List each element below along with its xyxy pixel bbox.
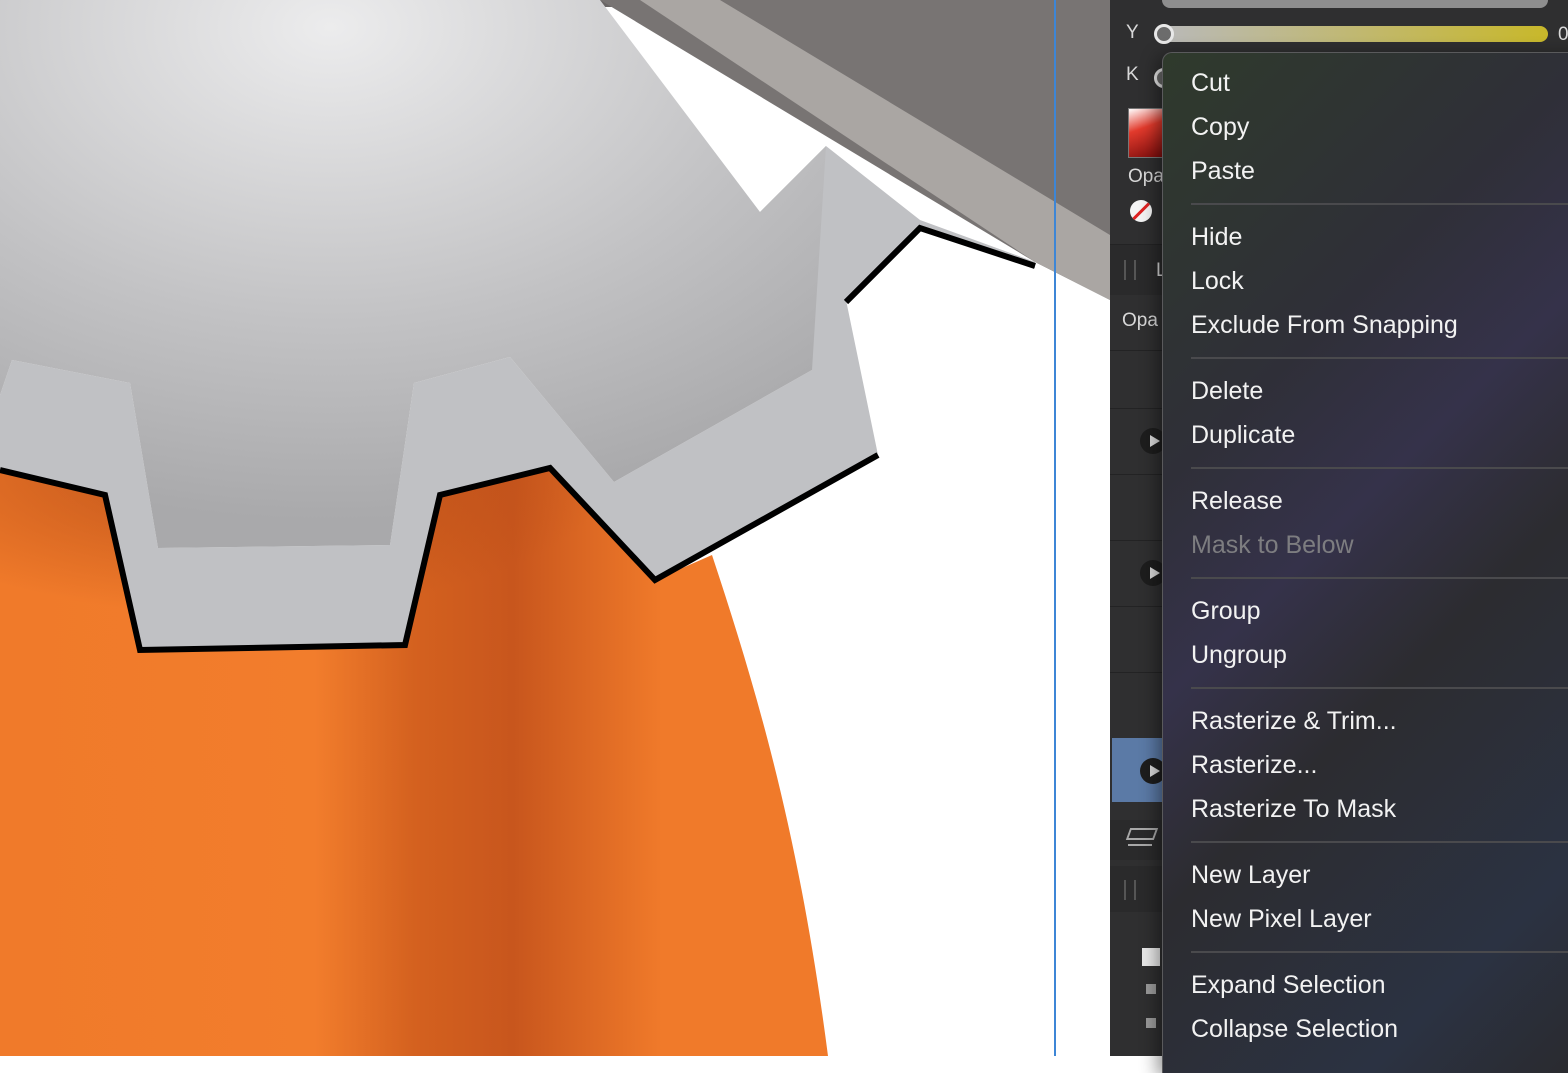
menu-item-exclude-from-snapping[interactable]: Exclude From Snapping <box>1191 305 1568 345</box>
menu-item-release[interactable]: Release <box>1191 481 1568 521</box>
y-slider-knob[interactable] <box>1154 24 1174 44</box>
thumbnail-icon <box>1142 948 1160 966</box>
menu-item-expand-selection[interactable]: Expand Selection <box>1191 965 1568 1005</box>
menu-item-group[interactable]: Group ⌘ <box>1191 591 1568 631</box>
layer-opacity-label: Opa <box>1122 310 1158 331</box>
menu-item-label: Group <box>1191 597 1261 625</box>
top-slider[interactable] <box>1162 0 1548 8</box>
menu-item-lock[interactable]: Lock <box>1191 261 1568 301</box>
no-fill-icon[interactable] <box>1130 200 1152 222</box>
k-channel-label: K <box>1126 64 1139 85</box>
menu-item-label: Cut <box>1191 69 1230 97</box>
menu-item-new-pixel-layer[interactable]: New Pixel Layer <box>1191 899 1568 939</box>
menu-item-ungroup[interactable]: Ungroup ⇧⌘ <box>1191 635 1568 675</box>
context-menu: Cut ⌘ Copy ⌘ Paste ⌘ Hide Lock Exclude F… <box>1162 52 1568 1073</box>
menu-item-collapse-selection[interactable]: Collapse Selection <box>1191 1009 1568 1049</box>
y-channel-slider[interactable] <box>1162 26 1548 42</box>
menu-item-hide[interactable]: Hide <box>1191 217 1568 257</box>
layers-stack-icon[interactable] <box>1125 826 1159 852</box>
menu-item-label: Paste <box>1191 157 1255 185</box>
fill-swatch[interactable] <box>1128 108 1164 158</box>
panel-header-2 <box>1110 866 1170 912</box>
thumbnail-icon <box>1146 1018 1156 1028</box>
menu-item-label: Copy <box>1191 113 1250 141</box>
menu-item-delete[interactable]: Delete <box>1191 371 1568 411</box>
gear-artwork <box>0 0 1110 1056</box>
thumbnail-icon <box>1146 984 1156 994</box>
cmyk-value: 0 <box>1558 24 1568 45</box>
menu-item-label: Ungroup <box>1191 641 1287 669</box>
shortcut-ungroup: ⇧⌘ <box>1565 635 1568 675</box>
menu-item-rasterize-to-mask[interactable]: Rasterize To Mask <box>1191 789 1568 829</box>
menu-item-rasterize[interactable]: Rasterize... <box>1191 745 1568 785</box>
y-channel-label: Y <box>1126 22 1139 43</box>
menu-item-mask-to-below: Mask to Below <box>1191 531 1354 559</box>
opacity-label: Opa <box>1128 166 1164 187</box>
panel-grip-icon[interactable] <box>1124 880 1136 900</box>
menu-item-duplicate[interactable]: Duplicate <box>1191 415 1568 455</box>
menu-item-cut[interactable]: Cut ⌘ <box>1191 63 1568 103</box>
menu-item-rasterize-trim[interactable]: Rasterize & Trim... <box>1191 701 1568 741</box>
vertical-guide <box>1054 0 1056 1056</box>
menu-item-paste[interactable]: Paste ⌘ <box>1191 151 1568 191</box>
menu-item-copy[interactable]: Copy ⌘ <box>1191 107 1568 147</box>
panel-grip-icon[interactable] <box>1124 260 1136 280</box>
menu-item-new-layer[interactable]: New Layer <box>1191 855 1568 895</box>
document-canvas[interactable] <box>0 0 1110 1056</box>
